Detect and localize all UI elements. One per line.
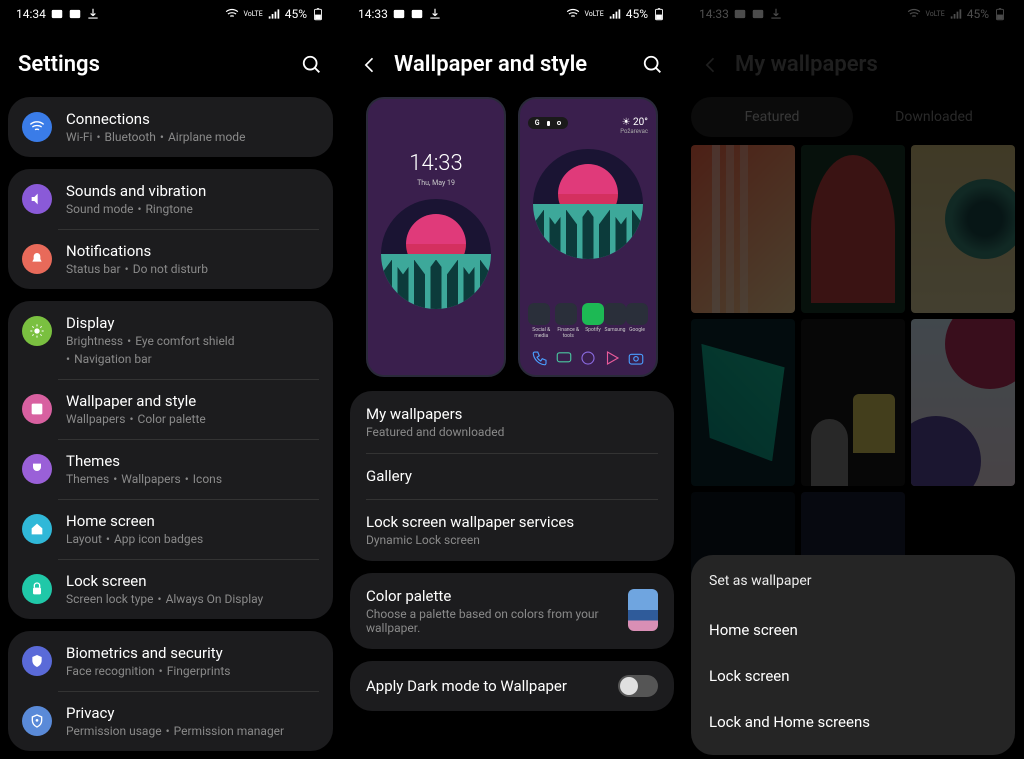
settings-group-sound: Sounds and vibration Sound modeRingtone … — [8, 169, 333, 289]
wifi-icon — [566, 7, 580, 21]
row-title: Connections — [66, 110, 245, 128]
settings-panel: 14:34 VoLTE 45% Settings Connections Wi-… — [0, 0, 341, 759]
wallpaper-sources-group: My wallpapers Featured and downloaded Ga… — [350, 391, 674, 561]
status-time: 14:33 — [358, 7, 388, 21]
set-wallpaper-sheet: Set as wallpaper Home screen Lock screen… — [691, 555, 1015, 755]
settings-row-home[interactable]: Home screen LayoutApp icon badges — [8, 499, 333, 559]
settings-group-connections: Connections Wi-Fi Bluetooth Airplane mod… — [8, 97, 333, 157]
image-icon — [50, 7, 64, 21]
browser-icon — [579, 349, 597, 367]
privacy-icon — [22, 706, 52, 736]
camera-icon — [627, 349, 645, 367]
settings-row-lock[interactable]: Lock screen Screen lock typeAlways On Di… — [8, 559, 333, 619]
wifi-icon — [22, 112, 52, 142]
wallpaper-art — [533, 149, 643, 259]
settings-row-wallpaper[interactable]: Wallpaper and style WallpapersColor pale… — [8, 379, 333, 439]
settings-row-display[interactable]: Display BrightnessEye comfort shieldNavi… — [8, 301, 333, 379]
preview-clock: 14:33 — [368, 151, 504, 176]
signal-icon — [267, 7, 281, 21]
dark-mode-row[interactable]: Apply Dark mode to Wallpaper — [350, 661, 674, 711]
wifi-icon — [225, 7, 239, 21]
page-title: Wallpaper and style — [394, 52, 628, 77]
settings-row-biometrics[interactable]: Biometrics and security Face recognition… — [8, 631, 333, 691]
download-icon — [86, 7, 100, 21]
color-palette-group: Color palette Choose a palette based on … — [350, 573, 674, 649]
color-palette-row[interactable]: Color palette Choose a palette based on … — [350, 573, 674, 649]
settings-row-connections[interactable]: Connections Wi-Fi Bluetooth Airplane mod… — [8, 97, 333, 157]
settings-group-display: Display BrightnessEye comfort shieldNavi… — [8, 301, 333, 619]
sound-icon — [22, 184, 52, 214]
status-time: 14:34 — [16, 7, 46, 21]
my-wallpapers-row[interactable]: My wallpapers Featured and downloaded — [350, 391, 674, 453]
my-wallpapers-panel: 14:33 VoLTE 45% My wallpapers Featured D… — [682, 0, 1023, 759]
image-icon — [410, 7, 424, 21]
option-home-screen[interactable]: Home screen — [709, 607, 997, 653]
settings-row-privacy[interactable]: Privacy Permission usagePermission manag… — [8, 691, 333, 751]
search-icon[interactable] — [301, 54, 323, 76]
bell-icon — [22, 244, 52, 274]
dark-mode-group: Apply Dark mode to Wallpaper — [350, 661, 674, 711]
battery-percent: 45% — [285, 7, 307, 21]
lockscreen-services-row[interactable]: Lock screen wallpaper services Dynamic L… — [350, 499, 674, 561]
image-icon — [392, 7, 406, 21]
battery-icon — [311, 7, 325, 21]
play-store-icon — [603, 349, 621, 367]
settings-group-security: Biometrics and security Face recognition… — [8, 631, 333, 751]
back-icon[interactable] — [360, 55, 380, 75]
weather-widget: ☀ 20° Požarevac — [620, 117, 648, 135]
option-lock-and-home[interactable]: Lock and Home screens — [709, 699, 997, 745]
preview-date: Thu, May 19 — [368, 179, 504, 187]
palette-swatch — [628, 589, 658, 631]
status-bar: 14:34 VoLTE 45% — [4, 0, 337, 28]
shield-icon — [22, 646, 52, 676]
settings-row-notifications[interactable]: Notifications Status barDo not disturb — [8, 229, 333, 289]
themes-icon — [22, 454, 52, 484]
lock-icon — [22, 574, 52, 604]
battery-icon — [652, 7, 666, 21]
wallpaper-icon — [22, 394, 52, 424]
lockscreen-preview[interactable]: 14:33 Thu, May 19 — [366, 97, 506, 377]
gallery-row[interactable]: Gallery — [350, 453, 674, 499]
wallpaper-art — [381, 199, 491, 309]
option-lock-screen[interactable]: Lock screen — [709, 653, 997, 699]
home-icons: Social & media Finance & tools Spotify S… — [528, 303, 648, 367]
status-bar: 14:33 VoLTE 45% — [346, 0, 678, 28]
signal-icon — [608, 7, 622, 21]
google-search-widget: G — [528, 117, 568, 129]
page-title: Settings — [18, 52, 287, 77]
homescreen-preview[interactable]: G ☀ 20° Požarevac Social & media Finance… — [518, 97, 658, 377]
message-icon — [555, 349, 573, 367]
volte-label: VoLTE — [243, 10, 262, 18]
search-icon[interactable] — [642, 54, 664, 76]
phone-icon — [531, 349, 549, 367]
home-icon — [22, 514, 52, 544]
sheet-title: Set as wallpaper — [709, 573, 997, 589]
wallpaper-style-panel: 14:33 VoLTE 45% Wallpaper and style 14:3… — [341, 0, 682, 759]
display-icon — [22, 316, 52, 346]
dark-mode-toggle[interactable] — [618, 675, 658, 697]
settings-row-sounds[interactable]: Sounds and vibration Sound modeRingtone — [8, 169, 333, 229]
image-icon — [68, 7, 82, 21]
download-icon — [428, 7, 442, 21]
settings-row-themes[interactable]: Themes ThemesWallpapersIcons — [8, 439, 333, 499]
wallpaper-previews: 14:33 Thu, May 19 G ☀ 20° Požarevac Soci… — [346, 97, 678, 391]
